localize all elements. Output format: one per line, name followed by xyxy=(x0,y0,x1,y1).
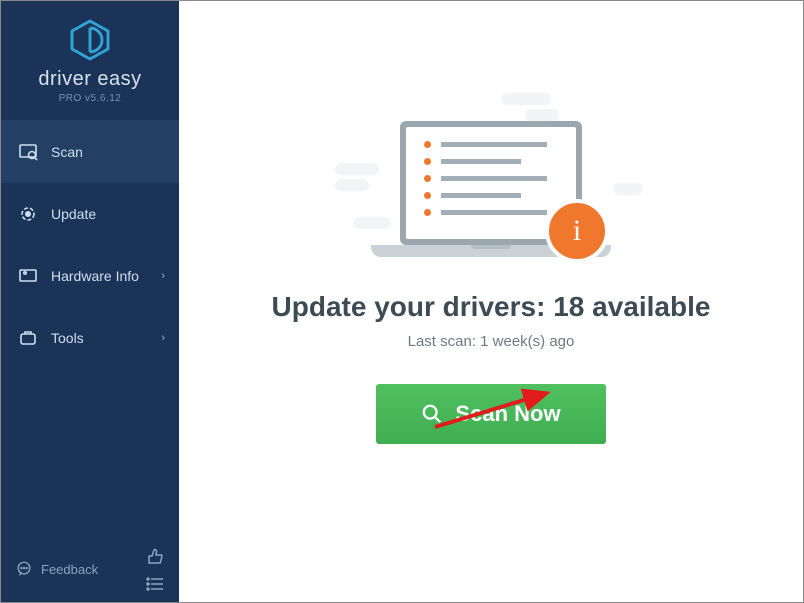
feedback-label: Feedback xyxy=(41,562,98,577)
main-panel: i Update your drivers: 18 available Last… xyxy=(179,1,803,602)
chevron-right-icon: › xyxy=(161,332,165,344)
laptop-graphic: i xyxy=(371,121,611,257)
brand-name: driver easy xyxy=(38,68,141,91)
list-icon[interactable] xyxy=(145,576,165,592)
sidebar-item-label: Update xyxy=(51,206,96,222)
sidebar-item-update[interactable]: Update xyxy=(1,183,179,245)
chevron-right-icon: › xyxy=(161,270,165,282)
search-icon xyxy=(421,403,443,425)
brand-block: driver easy PRO v5.6.12 xyxy=(1,1,179,121)
sidebar-item-hardware-info[interactable]: i Hardware Info › xyxy=(1,245,179,307)
hardware-info-icon: i xyxy=(17,265,39,287)
scan-now-button[interactable]: Scan Now xyxy=(376,384,606,444)
sidebar-item-scan[interactable]: Scan xyxy=(1,121,179,183)
feedback-icon xyxy=(15,560,33,578)
info-icon: i xyxy=(545,199,609,263)
headline-prefix: Update your drivers: xyxy=(272,291,554,322)
scan-icon xyxy=(17,141,39,163)
feedback-button[interactable]: Feedback xyxy=(15,560,98,578)
logo-icon xyxy=(68,18,112,62)
last-scan-text: Last scan: 1 week(s) ago xyxy=(408,333,575,350)
sidebar-item-tools[interactable]: Tools › xyxy=(1,307,179,369)
sidebar-item-label: Tools xyxy=(51,330,84,346)
sidebar-item-label: Hardware Info xyxy=(51,268,139,284)
headline: Update your drivers: 18 available xyxy=(272,291,711,323)
headline-count: 18 xyxy=(553,291,584,322)
update-icon xyxy=(17,203,39,225)
sidebar-footer: Feedback xyxy=(1,546,179,592)
sidebar: driver easy PRO v5.6.12 Scan xyxy=(1,1,179,602)
brand-version: PRO v5.6.12 xyxy=(59,93,122,104)
app-window: ─ ✕ driver easy PRO v5.6.12 xyxy=(0,0,804,603)
sidebar-item-label: Scan xyxy=(51,144,83,160)
scan-now-label: Scan Now xyxy=(455,401,560,427)
tools-icon xyxy=(17,327,39,349)
illustration: i xyxy=(341,87,641,257)
headline-suffix: available xyxy=(584,291,710,322)
thumbs-up-icon[interactable] xyxy=(145,546,165,566)
nav-list: Scan Update i xyxy=(1,121,179,369)
